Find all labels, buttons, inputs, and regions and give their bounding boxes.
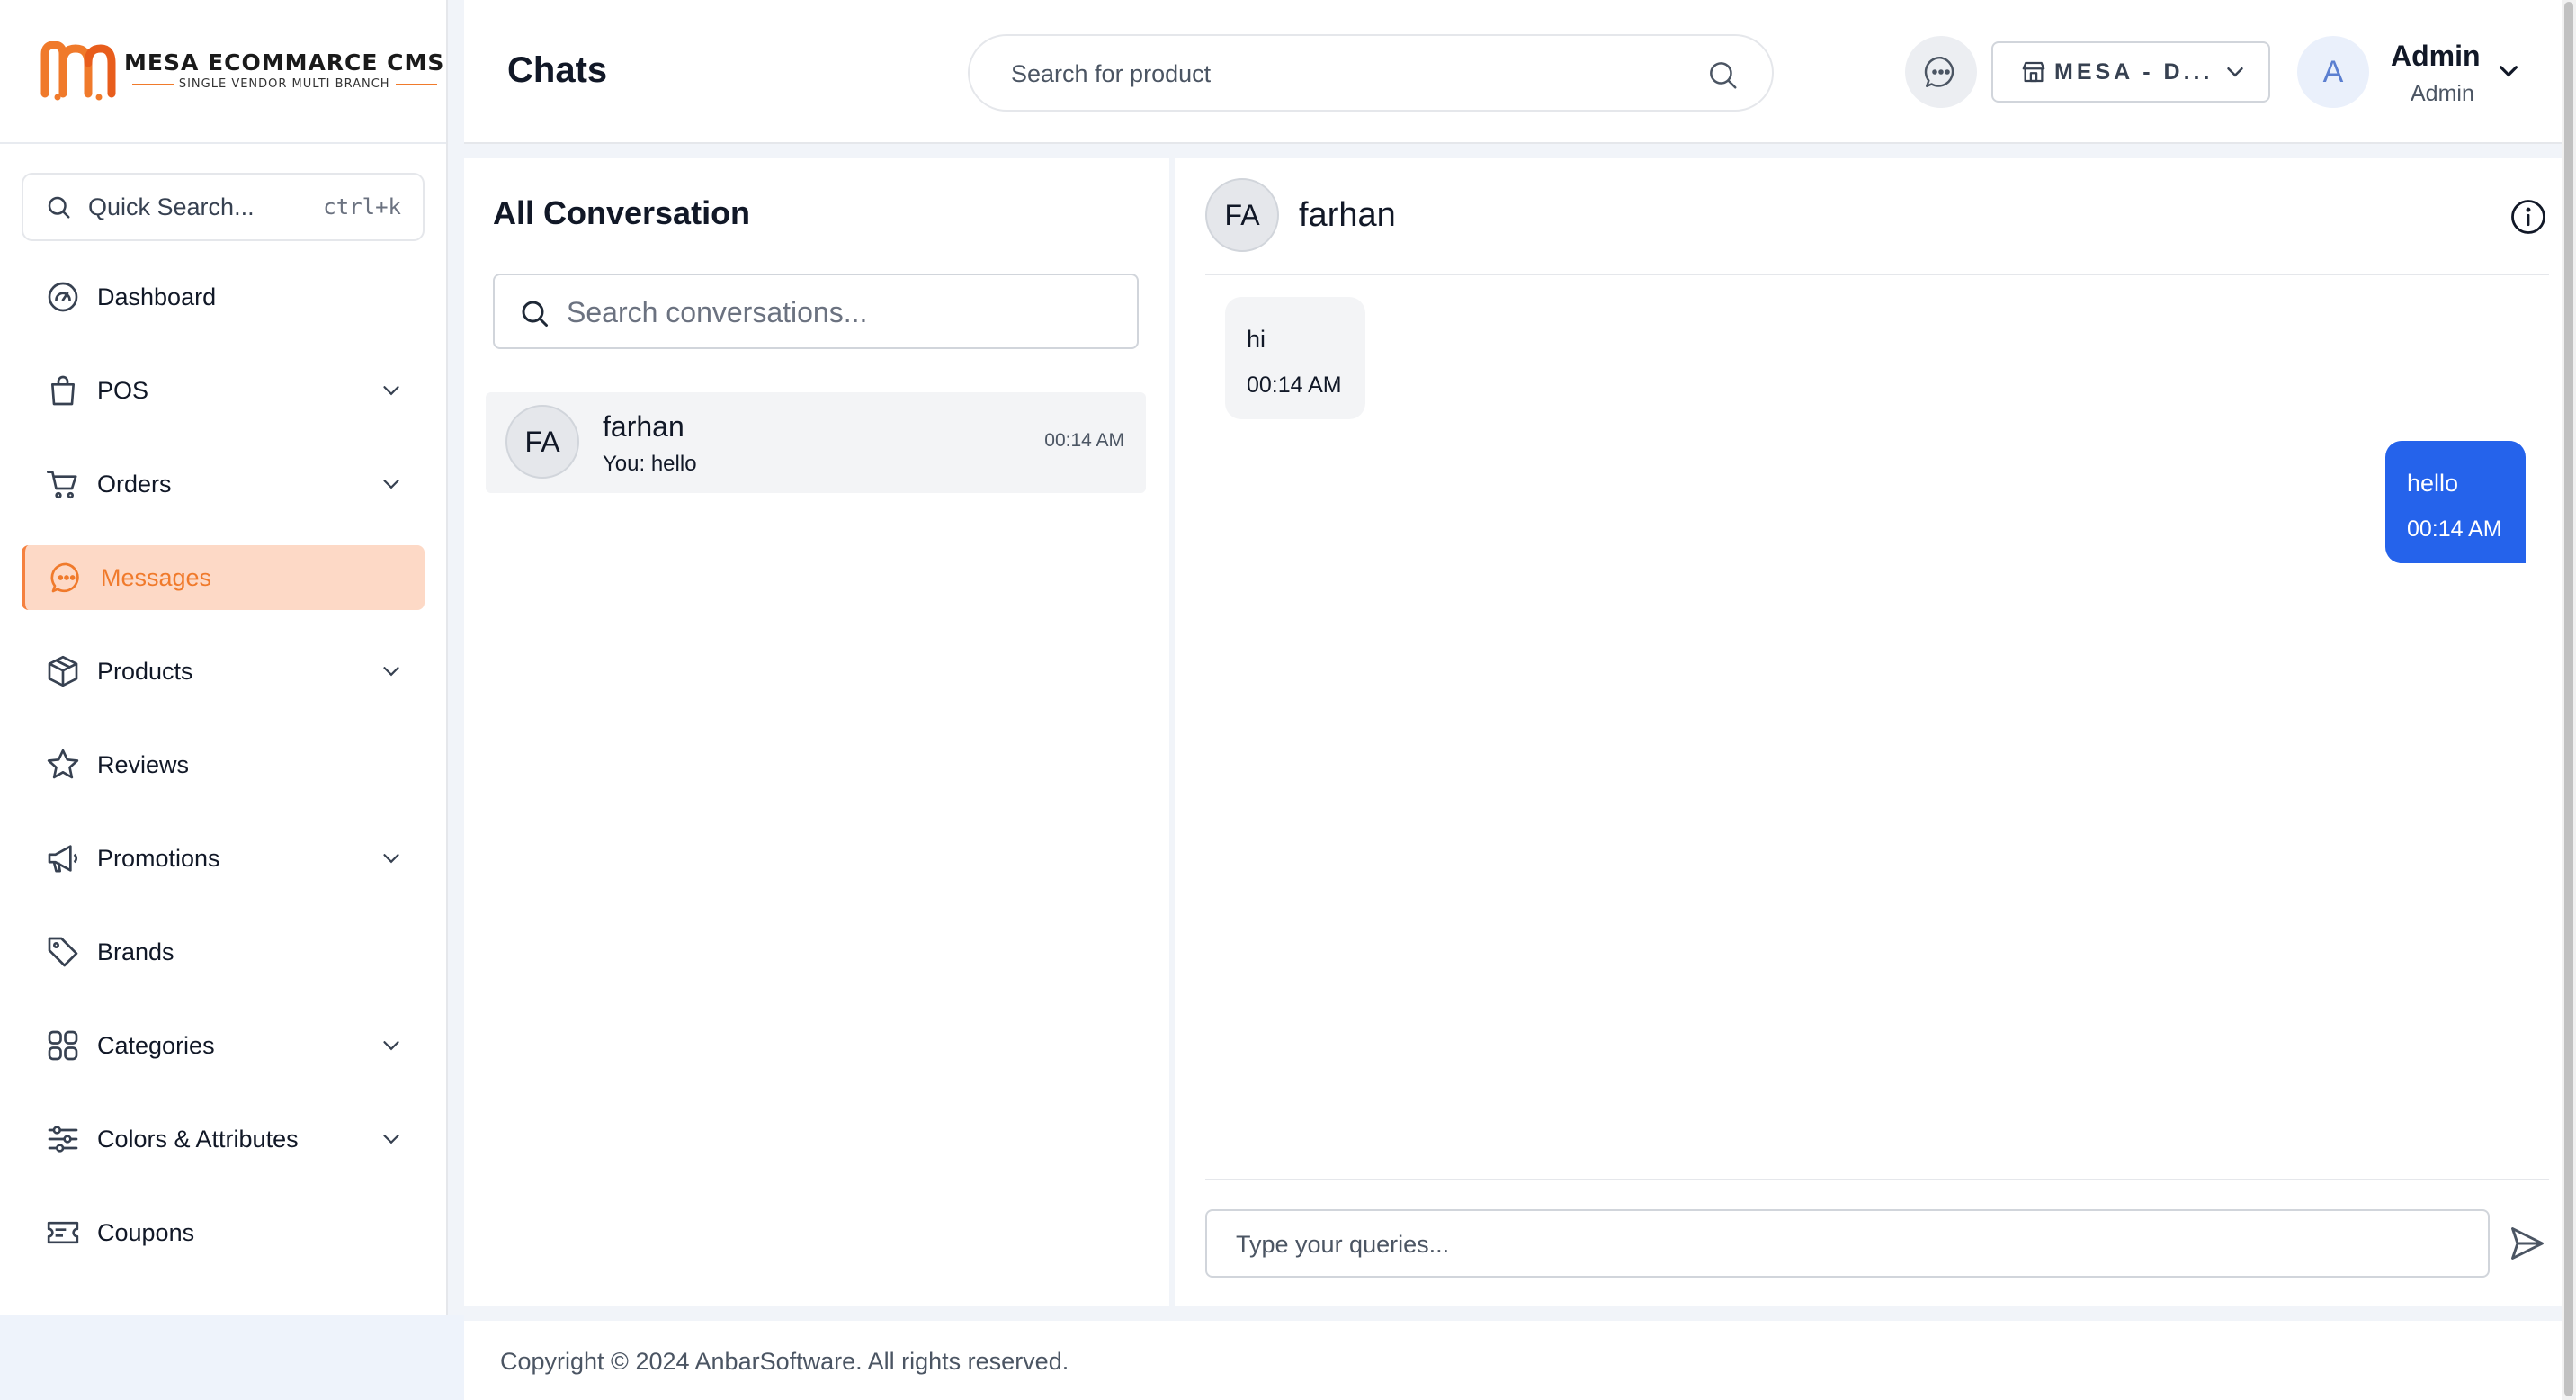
sidebar-item-label: Messages xyxy=(101,563,212,591)
brand-logo[interactable]: MESA ECOMMARCE CMS SINGLE VENDOR MULTI B… xyxy=(0,0,446,144)
brand-divider xyxy=(395,84,437,85)
sidebar-item-categories[interactable]: Categories xyxy=(22,1013,425,1078)
sidebar-item-label: Brands xyxy=(97,938,174,965)
sidebar-item-label: Promotions xyxy=(97,844,220,872)
ticket-icon xyxy=(47,1221,79,1244)
box-icon xyxy=(48,655,78,687)
chevron-down-icon xyxy=(2227,67,2244,77)
product-search-input[interactable] xyxy=(1011,54,1695,94)
avatar: FA xyxy=(505,405,579,479)
chevron-down-icon xyxy=(383,1135,399,1144)
cart-icon xyxy=(47,471,77,499)
sidebar-item-label: Dashboard xyxy=(97,283,217,310)
sidebar-item-label: POS xyxy=(97,376,149,404)
sidebar: MESA ECOMMARCE CMS SINGLE VENDOR MULTI B… xyxy=(0,0,448,1315)
messages-button[interactable] xyxy=(1905,36,1977,108)
divider xyxy=(1205,274,2549,275)
page-scrollbar[interactable] xyxy=(2562,0,2576,1400)
dashboard-gauge-icon xyxy=(48,282,78,312)
shopping-bag-icon xyxy=(51,375,75,406)
brand-subtitle: SINGLE VENDOR MULTI BRANCH xyxy=(178,77,390,91)
sidebar-item-products[interactable]: Products xyxy=(22,639,425,704)
chat-panel: FA farhan hi 00:14 AM hello 00:14 AM xyxy=(1175,158,2562,1306)
scrollbar-thumb[interactable] xyxy=(2564,2,2573,1396)
search-icon xyxy=(522,301,548,327)
search-icon[interactable] xyxy=(1705,58,1740,92)
avatar: FA xyxy=(1205,178,1279,252)
chat-contact-name: farhan xyxy=(1299,196,1396,234)
sidebar-item-messages[interactable]: Messages xyxy=(22,545,425,610)
user-name[interactable]: Admin xyxy=(2391,40,2481,73)
message-text: hi xyxy=(1247,326,1266,353)
divider xyxy=(1205,1179,2549,1180)
search-icon xyxy=(48,196,70,219)
brand-title: MESA ECOMMARCE CMS xyxy=(124,49,445,76)
chevron-down-icon xyxy=(383,480,399,489)
message-input[interactable] xyxy=(1236,1225,2459,1263)
chat-bubble-icon xyxy=(50,562,79,593)
sidebar-item-label: Coupons xyxy=(97,1218,195,1246)
megaphone-icon xyxy=(48,845,78,873)
sidebar-item-label: Reviews xyxy=(97,750,190,778)
conversation-time: 00:14 AM xyxy=(1044,430,1124,451)
store-selector-label: MESA - D... xyxy=(2054,58,2214,85)
message-text: hello xyxy=(2407,470,2459,497)
product-search xyxy=(968,34,1774,112)
user-role: Admin xyxy=(2411,81,2474,106)
conversation-item[interactable]: FA farhan You: hello 00:14 AM xyxy=(486,392,1146,493)
sidebar-item-brands[interactable]: Brands xyxy=(22,920,425,984)
sidebar-item-colors-attributes[interactable]: Colors & Attributes xyxy=(22,1107,425,1171)
brand-divider xyxy=(131,84,174,85)
top-header: Chats MESA - D... A Admin Admin xyxy=(464,0,2562,144)
store-icon xyxy=(2022,61,2045,83)
copyright-text: Copyright © 2024 AnbarSoftware. All righ… xyxy=(500,1348,1069,1375)
sidebar-item-label: Orders xyxy=(97,470,172,498)
sidebar-item-label: Colors & Attributes xyxy=(97,1125,299,1153)
sidebar-item-pos[interactable]: POS xyxy=(22,358,425,423)
grid-icon xyxy=(48,1030,78,1061)
quick-search-shortcut: ctrl+k xyxy=(323,194,401,220)
message-bubble-outgoing: hello 00:14 AM xyxy=(2385,441,2526,563)
conversation-name: farhan xyxy=(603,410,684,443)
conversation-list-title: All Conversation xyxy=(493,194,751,231)
footer: Copyright © 2024 AnbarSoftware. All righ… xyxy=(464,1321,2562,1400)
chevron-down-icon xyxy=(383,386,399,396)
page-title: Chats xyxy=(507,50,608,90)
sidebar-item-promotions[interactable]: Promotions xyxy=(22,826,425,891)
sidebar-item-orders[interactable]: Orders xyxy=(22,452,425,516)
sidebar-bottom-strip xyxy=(0,1315,464,1400)
sidebar-item-coupons[interactable]: Coupons xyxy=(22,1200,425,1265)
sidebar-item-label: Categories xyxy=(97,1031,215,1059)
chevron-down-icon xyxy=(383,667,399,677)
star-icon xyxy=(47,749,79,779)
message-bubble-incoming: hi 00:14 AM xyxy=(1225,297,1365,419)
message-composer xyxy=(1205,1209,2490,1278)
sidebar-item-label: Products xyxy=(97,657,193,685)
chevron-down-icon xyxy=(383,1041,399,1051)
chevron-down-icon[interactable] xyxy=(2493,56,2524,86)
conversation-list-panel: All Conversation FA farhan You: hello 00… xyxy=(464,158,1169,1306)
send-icon[interactable] xyxy=(2508,1224,2547,1263)
sliders-icon xyxy=(48,1126,78,1153)
store-selector[interactable]: MESA - D... xyxy=(1991,41,2270,103)
quick-search-button[interactable]: Quick Search... ctrl+k xyxy=(22,173,425,241)
quick-search-label: Quick Search... xyxy=(88,193,255,220)
brand-logo-text: MESA ECOMMARCE CMS SINGLE VENDOR MULTI B… xyxy=(124,50,444,92)
sidebar-item-dashboard[interactable]: Dashboard xyxy=(22,265,425,329)
avatar[interactable]: A xyxy=(2297,36,2369,108)
conversation-preview: You: hello xyxy=(603,452,697,476)
chevron-down-icon xyxy=(383,854,399,864)
sidebar-item-reviews[interactable]: Reviews xyxy=(22,732,425,797)
info-icon[interactable] xyxy=(2509,198,2547,236)
conversation-search-input[interactable] xyxy=(567,292,1124,333)
chat-bubble-icon xyxy=(1924,57,1954,87)
message-time: 00:14 AM xyxy=(2407,516,2502,542)
conversation-search xyxy=(493,274,1139,349)
brand-logo-mark-icon xyxy=(40,41,116,101)
sidebar-nav: Dashboard POS Orders Messages Products R… xyxy=(0,265,446,1294)
message-time: 00:14 AM xyxy=(1247,372,1342,398)
tag-icon xyxy=(48,937,78,967)
